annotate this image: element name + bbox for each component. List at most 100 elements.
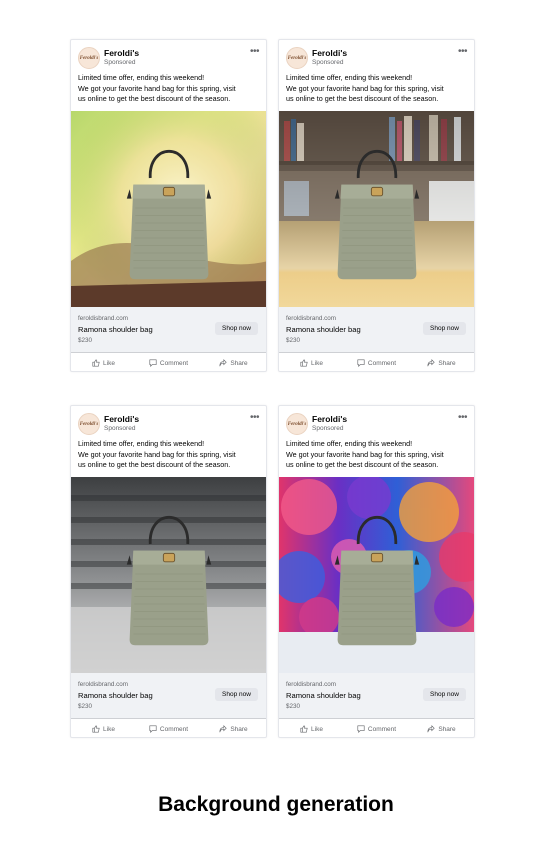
share-icon	[219, 359, 227, 367]
ad-copy-line: us online to get the best discount of th…	[78, 94, 231, 104]
ad-card-2: Feroldi's Feroldi's Sponsored ••• Limite…	[278, 39, 475, 372]
share-icon	[219, 725, 227, 733]
product-name: Ramona shoulder bag	[286, 691, 361, 700]
comment-button[interactable]: Comment	[344, 353, 409, 371]
ad-copy-line: Limited time offer, ending this weekend!	[286, 73, 413, 82]
shop-now-button[interactable]: Shop now	[215, 688, 258, 701]
like-label: Like	[311, 359, 323, 367]
thumbs-up-icon	[92, 725, 100, 733]
product-image[interactable]	[279, 111, 474, 307]
sponsored-label: Sponsored	[104, 59, 136, 66]
avatar-logo: Feroldi's	[287, 421, 307, 427]
more-options-icon[interactable]: •••	[458, 47, 468, 57]
ad-copy-line: Limited time offer, ending this weekend!	[286, 439, 413, 448]
like-button[interactable]: Like	[279, 719, 344, 737]
ad-copy-line: us online to get the best discount of th…	[286, 460, 439, 470]
post-header: Feroldi's Feroldi's Sponsored •••	[71, 40, 266, 74]
ad-card-1: Feroldi's Feroldi's Sponsored ••• Limite…	[70, 39, 267, 372]
link-preview[interactable]: feroldisbrand.com Ramona shoulder bag $2…	[71, 307, 266, 352]
share-button[interactable]: Share	[409, 719, 474, 737]
share-icon	[427, 359, 435, 367]
product-image[interactable]	[279, 477, 474, 673]
link-preview[interactable]: feroldisbrand.com Ramona shoulder bag $2…	[279, 673, 474, 718]
thumbs-up-icon	[300, 725, 308, 733]
like-label: Like	[103, 359, 115, 367]
more-options-icon[interactable]: •••	[250, 47, 260, 57]
share-button[interactable]: Share	[201, 719, 266, 737]
shop-now-button[interactable]: Shop now	[215, 322, 258, 335]
product-price: $230	[286, 337, 301, 344]
product-price: $230	[78, 337, 93, 344]
comment-button[interactable]: Comment	[136, 353, 201, 371]
avatar[interactable]: Feroldi's	[286, 413, 308, 435]
link-domain: feroldisbrand.com	[286, 315, 337, 322]
comment-button[interactable]: Comment	[136, 719, 201, 737]
link-preview[interactable]: feroldisbrand.com Ramona shoulder bag $2…	[279, 307, 474, 352]
ad-copy: Limited time offer, ending this weekend!…	[78, 439, 264, 471]
avatar-logo: Feroldi's	[287, 55, 307, 61]
shop-now-button[interactable]: Shop now	[423, 688, 466, 701]
product-name: Ramona shoulder bag	[286, 325, 361, 334]
share-label: Share	[230, 359, 248, 367]
shop-now-button[interactable]: Shop now	[423, 322, 466, 335]
ad-copy-line: We got your favorite hand bag for this s…	[78, 449, 236, 459]
share-button[interactable]: Share	[409, 353, 474, 371]
product-name: Ramona shoulder bag	[78, 691, 153, 700]
ad-copy: Limited time offer, ending this weekend!…	[286, 73, 472, 105]
ad-copy-line: We got your favorite hand bag for this s…	[78, 83, 236, 93]
sponsored-label: Sponsored	[312, 59, 344, 66]
sponsored-label: Sponsored	[104, 425, 136, 432]
advertiser-name[interactable]: Feroldi's	[104, 48, 139, 58]
comment-icon	[357, 725, 365, 733]
post-actions: Like Comment Share	[71, 352, 266, 371]
ad-card-3: Feroldi's Feroldi's Sponsored ••• Limite…	[70, 405, 267, 738]
like-button[interactable]: Like	[71, 719, 136, 737]
more-options-icon[interactable]: •••	[458, 413, 468, 423]
ad-copy-line: Limited time offer, ending this weekend!	[78, 73, 205, 82]
sponsored-label: Sponsored	[312, 425, 344, 432]
comment-button[interactable]: Comment	[344, 719, 409, 737]
ad-copy-line: We got your favorite hand bag for this s…	[286, 449, 444, 459]
avatar[interactable]: Feroldi's	[78, 413, 100, 435]
avatar-logo: Feroldi's	[79, 55, 99, 61]
comment-label: Comment	[159, 359, 189, 367]
like-button[interactable]: Like	[71, 353, 136, 371]
post-header: Feroldi's Feroldi's Sponsored •••	[279, 406, 474, 440]
share-label: Share	[438, 359, 456, 367]
comment-label: Comment	[367, 359, 397, 367]
post-header: Feroldi's Feroldi's Sponsored •••	[279, 40, 474, 74]
comment-icon	[357, 359, 365, 367]
page-caption: Background generation	[158, 793, 394, 816]
post-actions: Like Comment Share	[71, 718, 266, 737]
more-options-icon[interactable]: •••	[250, 413, 260, 423]
thumbs-up-icon	[92, 359, 100, 367]
advertiser-name[interactable]: Feroldi's	[104, 414, 139, 424]
avatar[interactable]: Feroldi's	[78, 47, 100, 69]
like-button[interactable]: Like	[279, 353, 344, 371]
like-label: Like	[103, 725, 115, 733]
share-icon	[427, 725, 435, 733]
product-image[interactable]	[71, 111, 266, 307]
share-label: Share	[438, 725, 456, 733]
ad-copy: Limited time offer, ending this weekend!…	[286, 439, 472, 471]
advertiser-name[interactable]: Feroldi's	[312, 414, 347, 424]
ad-copy-line: us online to get the best discount of th…	[78, 460, 231, 470]
share-label: Share	[230, 725, 248, 733]
avatar-logo: Feroldi's	[79, 421, 99, 427]
comment-label: Comment	[159, 725, 189, 733]
post-header: Feroldi's Feroldi's Sponsored •••	[71, 406, 266, 440]
like-label: Like	[311, 725, 323, 733]
link-preview[interactable]: feroldisbrand.com Ramona shoulder bag $2…	[71, 673, 266, 718]
product-image[interactable]	[71, 477, 266, 673]
ad-copy-line: us online to get the best discount of th…	[286, 94, 439, 104]
advertiser-name[interactable]: Feroldi's	[312, 48, 347, 58]
comment-icon	[149, 359, 157, 367]
ad-copy-line: Limited time offer, ending this weekend!	[78, 439, 205, 448]
product-price: $230	[286, 703, 301, 710]
avatar[interactable]: Feroldi's	[286, 47, 308, 69]
product-name: Ramona shoulder bag	[78, 325, 153, 334]
comment-icon	[149, 725, 157, 733]
thumbs-up-icon	[300, 359, 308, 367]
share-button[interactable]: Share	[201, 353, 266, 371]
product-price: $230	[78, 703, 93, 710]
